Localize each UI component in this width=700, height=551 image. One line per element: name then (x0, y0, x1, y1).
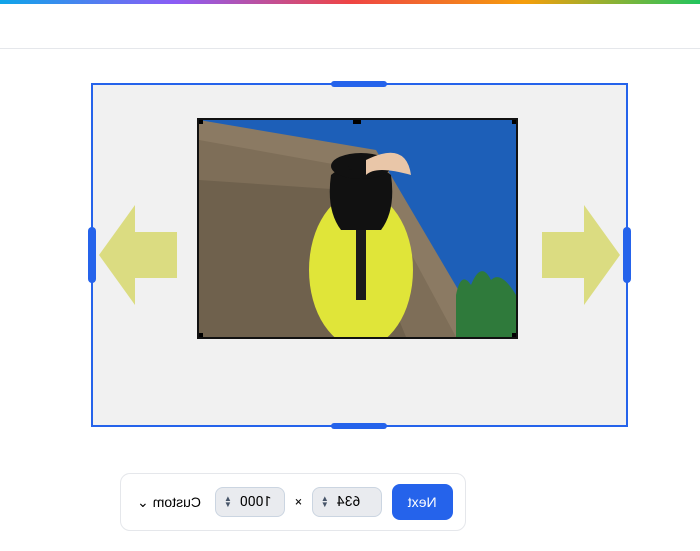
height-input[interactable] (238, 493, 276, 511)
chevron-down-icon[interactable]: ▼ (321, 502, 329, 508)
image-frame[interactable] (197, 118, 518, 339)
size-preset-label: Custom (153, 494, 201, 510)
dimension-separator: × (295, 495, 302, 510)
size-preset-dropdown[interactable]: Custom ⌄ (133, 488, 205, 517)
expand-arrow-left (540, 205, 620, 305)
image-handle-top[interactable] (354, 118, 362, 124)
canvas-handle-bottom[interactable] (332, 423, 388, 429)
app-root: Next ▲ ▼ × ▲ ▼ Custom ⌄ (0, 0, 700, 551)
image-handle-tr[interactable] (197, 118, 203, 124)
image-handle-tl[interactable] (512, 118, 518, 124)
canvas-handle-left[interactable] (623, 227, 631, 283)
chevron-down-icon[interactable]: ▼ (224, 502, 232, 508)
chevron-down-icon: ⌄ (137, 494, 149, 511)
image-content (199, 120, 516, 337)
canvas-handle-right[interactable] (88, 227, 96, 283)
next-button[interactable]: Next (392, 484, 453, 520)
width-stepper-buttons[interactable]: ▲ ▼ (321, 496, 329, 508)
expand-arrow-right (99, 205, 179, 305)
top-accent-bar (0, 0, 700, 4)
height-stepper[interactable]: ▲ ▼ (215, 487, 285, 517)
resize-toolbar: Next ▲ ▼ × ▲ ▼ Custom ⌄ (120, 473, 466, 531)
canvas-handle-top[interactable] (332, 81, 388, 87)
width-stepper[interactable]: ▲ ▼ (312, 487, 382, 517)
width-input[interactable] (335, 493, 373, 511)
header-divider (0, 48, 700, 49)
image-handle-br[interactable] (197, 333, 203, 339)
crop-canvas[interactable] (91, 83, 628, 427)
height-stepper-buttons[interactable]: ▲ ▼ (224, 496, 232, 508)
image-handle-bl[interactable] (512, 333, 518, 339)
